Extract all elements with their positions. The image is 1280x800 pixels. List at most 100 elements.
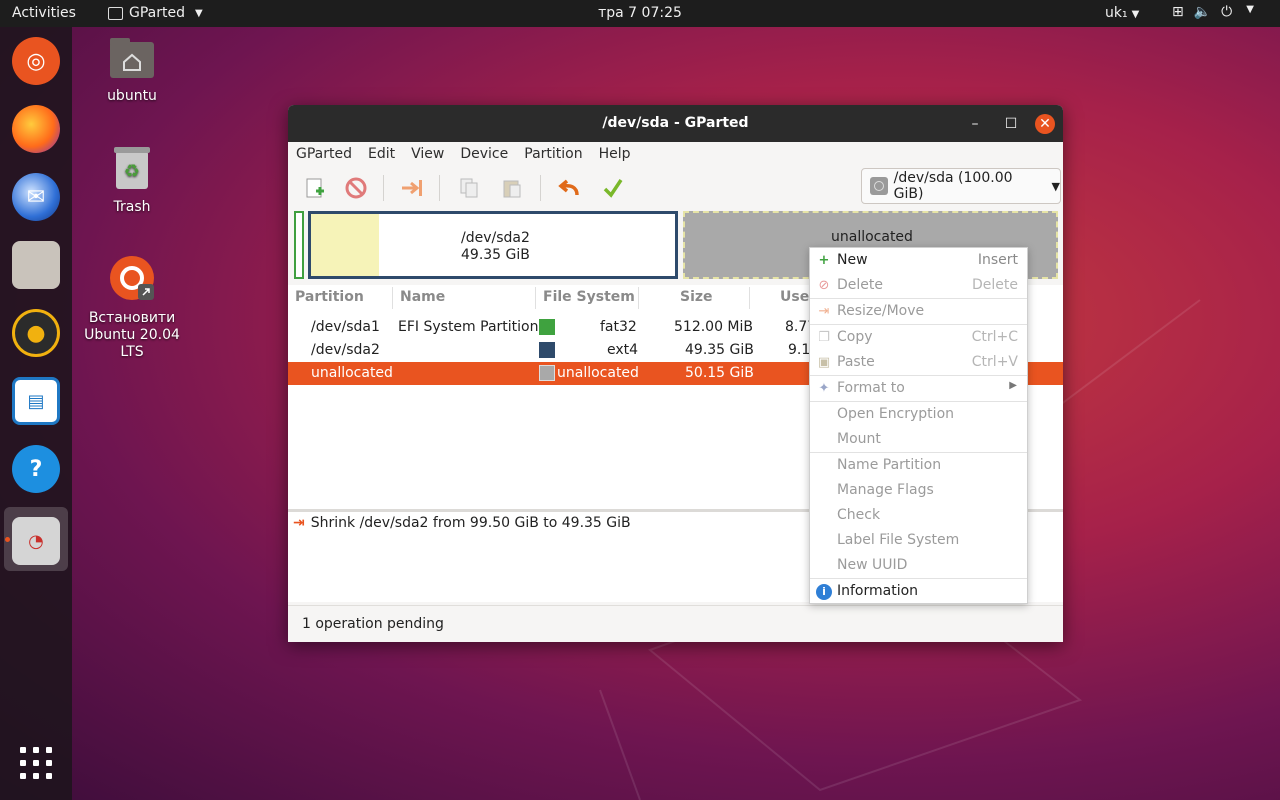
checkmark-icon: [603, 179, 623, 198]
desktop-home-folder[interactable]: ubuntu: [77, 36, 187, 105]
graph-sda2-size: 49.35 GiB: [461, 247, 530, 263]
column-header-name[interactable]: Name: [400, 289, 445, 305]
menu-item-label: Copy: [837, 329, 873, 345]
menu-separator: [810, 324, 1027, 325]
menu-help[interactable]: Help: [591, 142, 639, 167]
menu-item-label: Resize/Move: [837, 303, 925, 319]
libreoffice-writer-icon[interactable]: ▤: [12, 377, 60, 425]
ubuntu-installer-icon: [110, 256, 154, 300]
resize-move-button[interactable]: [399, 175, 425, 201]
menu-item-label: New: [837, 252, 868, 268]
thunderbird-icon[interactable]: ✉: [12, 173, 60, 221]
menu-separator: [810, 452, 1027, 453]
menu-view[interactable]: View: [403, 142, 452, 167]
menu-item-new[interactable]: + New Insert: [810, 249, 1027, 273]
undo-button[interactable]: [556, 175, 582, 201]
column-separator: [638, 287, 639, 309]
submenu-arrow-icon: ▶: [1009, 380, 1017, 391]
ubuntu-software-icon[interactable]: ◎: [12, 37, 60, 85]
new-partition-button[interactable]: [302, 175, 328, 201]
menu-partition[interactable]: Partition: [516, 142, 590, 167]
graph-segment-sda2[interactable]: /dev/sda2 49.35 GiB: [308, 211, 678, 279]
device-selector-label: /dev/sda (100.00 GiB): [893, 170, 1013, 202]
system-tray[interactable]: ⊞ 🔈 ⏻ ▼: [1172, 4, 1254, 20]
menu-item-label: Paste: [837, 354, 875, 370]
menu-edit[interactable]: Edit: [360, 142, 403, 167]
menu-item-format-to[interactable]: ✦ Format to ▶: [810, 377, 1027, 401]
menu-item-information[interactable]: i Information: [810, 580, 1027, 604]
toolbar-separator: [540, 175, 541, 201]
column-separator: [392, 287, 393, 309]
column-separator: [749, 287, 750, 309]
top-bar: Activities GParted ▼ тра 7 07:25 uk₁ ▼ ⊞ …: [0, 0, 1280, 27]
menu-item-manage-flags[interactable]: Manage Flags: [810, 479, 1027, 503]
gparted-dock-icon[interactable]: ◔: [12, 517, 60, 565]
files-icon[interactable]: [12, 241, 60, 289]
menu-item-open-encryption[interactable]: Open Encryption: [810, 403, 1027, 427]
column-header-size[interactable]: Size: [680, 289, 713, 305]
operation-item[interactable]: ⇥ Shrink /dev/sda2 from 99.50 GiB to 49.…: [293, 515, 631, 531]
window-titlebar[interactable]: /dev/sda - GParted – ☐ ✕: [288, 105, 1063, 142]
hard-disk-icon: [870, 177, 888, 195]
firefox-icon[interactable]: [12, 105, 60, 153]
delete-partition-button[interactable]: [343, 175, 369, 201]
menu-item-mount[interactable]: Mount: [810, 428, 1027, 452]
filesystem-color-swatch: [539, 342, 555, 358]
copy-button[interactable]: [456, 175, 482, 201]
graph-segment-sda1[interactable]: [294, 211, 304, 279]
menu-separator: [810, 298, 1027, 299]
menu-item-label: Mount: [837, 431, 881, 447]
menu-item-accelerator: Ctrl+V: [971, 354, 1018, 370]
filesystem-color-swatch: [539, 319, 555, 335]
cell-filesystem: fat32: [600, 319, 637, 335]
help-icon[interactable]: ?: [12, 445, 60, 493]
power-icon: ⏻: [1221, 4, 1233, 20]
paste-icon: ▣: [817, 355, 831, 370]
rhythmbox-icon[interactable]: ●: [12, 309, 60, 357]
column-separator: [535, 287, 536, 309]
column-header-filesystem[interactable]: File System: [543, 289, 635, 305]
menu-item-label: Check: [837, 507, 881, 523]
cell-filesystem: ext4: [607, 342, 639, 358]
resize-move-icon: ⇥: [818, 304, 830, 319]
keyboard-layout-indicator[interactable]: uk₁ ▼: [1105, 5, 1139, 21]
apply-button[interactable]: [600, 175, 626, 201]
show-applications-button[interactable]: [20, 747, 52, 779]
menu-item-paste[interactable]: ▣ Paste Ctrl+V: [810, 351, 1027, 375]
cell-used: 9.1: [788, 342, 811, 358]
clock-label: тра 7 07:25: [598, 5, 682, 21]
menu-item-check[interactable]: Check: [810, 504, 1027, 528]
menu-device[interactable]: Device: [452, 142, 516, 167]
operation-label: Shrink /dev/sda2 from 99.50 GiB to 49.35…: [310, 515, 631, 531]
new-partition-icon: [306, 178, 324, 198]
menu-item-resize-move[interactable]: ⇥ Resize/Move: [810, 300, 1027, 324]
menu-item-name-partition[interactable]: Name Partition: [810, 454, 1027, 478]
new-partition-icon: +: [818, 253, 830, 268]
column-header-partition[interactable]: Partition: [295, 289, 364, 305]
running-indicator: [5, 537, 10, 542]
menu-item-label: New UUID: [837, 557, 908, 573]
close-button[interactable]: ✕: [1035, 114, 1055, 134]
menu-item-label-file-system[interactable]: Label File System: [810, 529, 1027, 553]
clock[interactable]: тра 7 07:25: [0, 5, 1280, 21]
paste-button[interactable]: [499, 175, 525, 201]
menu-item-label: Open Encryption: [837, 406, 955, 422]
maximize-button[interactable]: ☐: [1001, 114, 1021, 134]
menu-gparted[interactable]: GParted: [288, 142, 360, 167]
chevron-down-icon: ▼: [1051, 179, 1060, 193]
menu-item-delete[interactable]: ⊘ Delete Delete: [810, 274, 1027, 298]
menu-item-accelerator: Delete: [972, 277, 1018, 293]
format-icon: ✦: [818, 381, 830, 396]
menu-item-new-uuid[interactable]: New UUID: [810, 554, 1027, 578]
menu-item-copy[interactable]: ❐ Copy Ctrl+C: [810, 326, 1027, 350]
menubar: GParted Edit View Device Partition Help: [288, 142, 1063, 167]
desktop-install-ubuntu[interactable]: Встановити Ubuntu 20.04 LTS: [77, 254, 187, 361]
minimize-button[interactable]: –: [965, 114, 985, 134]
desktop-trash[interactable]: ♻ Trash: [77, 145, 187, 216]
status-bar: 1 operation pending: [288, 605, 1063, 642]
cell-partition: unallocated: [311, 365, 393, 381]
network-icon: ⊞: [1172, 4, 1184, 20]
device-selector[interactable]: /dev/sda (100.00 GiB) ▼: [861, 168, 1061, 204]
trash-icon: ♻: [114, 147, 150, 189]
menu-item-accelerator: Insert: [977, 252, 1018, 268]
